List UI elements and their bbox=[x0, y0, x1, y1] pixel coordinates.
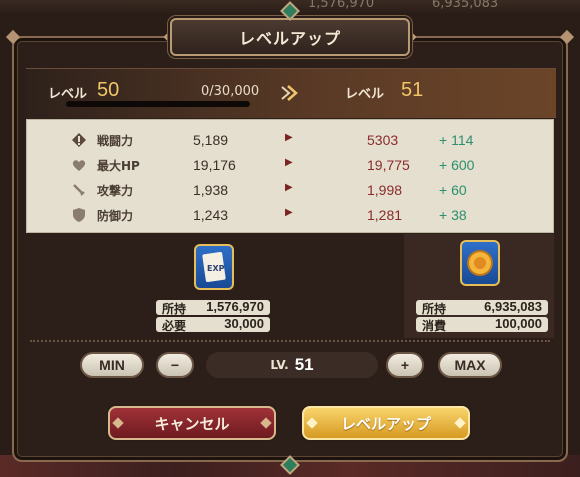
stat-diff: + 114 bbox=[439, 132, 474, 148]
exp-required-label: 必要 bbox=[162, 319, 187, 333]
min-button[interactable]: MIN bbox=[80, 352, 144, 378]
exp-item-section: EXP 所持 1,576,970 必要 30,000 bbox=[26, 234, 404, 338]
shield-icon bbox=[71, 207, 87, 223]
stat-row: 戦闘力 5,189 ▶ 5303 + 114 bbox=[27, 127, 555, 152]
stat-arrow-icon: ▶ bbox=[285, 207, 293, 218]
stat-name: 攻撃力 bbox=[97, 184, 134, 198]
next-level-value: 51 bbox=[401, 79, 424, 101]
stat-diff: + 60 bbox=[439, 182, 467, 198]
gold-section: 所持 6,935,083 消費 100,000 bbox=[404, 234, 554, 338]
gold-owned-value: 6,935,083 bbox=[484, 299, 542, 314]
arrow-right-icon bbox=[281, 85, 298, 101]
gold-owned-row: 所持 6,935,083 bbox=[416, 299, 548, 316]
current-level-label: レベル bbox=[48, 87, 88, 102]
stat-arrow-icon: ▶ bbox=[285, 157, 293, 168]
target-level-display: LV. 51 bbox=[206, 352, 378, 378]
divider bbox=[30, 340, 550, 342]
stat-diff: + 600 bbox=[439, 157, 475, 173]
level-up-button[interactable]: レベルアップ bbox=[302, 406, 470, 440]
stat-name: 最大HP bbox=[97, 159, 140, 173]
stat-name: 防御力 bbox=[97, 209, 134, 223]
gold-cost-value: 100,000 bbox=[495, 316, 542, 331]
exp-required-row: 必要 30,000 bbox=[156, 316, 270, 333]
sword-icon bbox=[71, 182, 87, 198]
exp-progress-bar bbox=[66, 101, 250, 107]
max-button[interactable]: MAX bbox=[438, 352, 502, 378]
exp-required-value: 30,000 bbox=[224, 316, 264, 331]
exp-card-icon: EXP bbox=[194, 244, 234, 290]
gold-cost-row: 消費 100,000 bbox=[416, 316, 548, 333]
exp-progress-text: 0/30,000 bbox=[201, 84, 260, 99]
cancel-button[interactable]: キャンセル bbox=[108, 406, 276, 440]
stat-current: 1,243 bbox=[193, 207, 229, 223]
stat-current: 19,176 bbox=[193, 157, 236, 173]
target-level-prefix: LV. bbox=[270, 358, 289, 372]
background-exp-value: 1,576,970 bbox=[308, 0, 375, 11]
stat-current: 1,938 bbox=[193, 182, 229, 198]
svg-text:EXP: EXP bbox=[207, 264, 225, 273]
stat-new: 5303 bbox=[367, 132, 399, 148]
stat-new: 19,775 bbox=[367, 157, 410, 173]
stat-new: 1,281 bbox=[367, 207, 403, 223]
current-level-value: 50 bbox=[97, 79, 120, 101]
stats-table: 戦闘力 5,189 ▶ 5303 + 114 最大HP 19,176 ▶ 19,… bbox=[26, 119, 554, 233]
stat-diff: + 38 bbox=[439, 207, 467, 223]
stat-arrow-icon: ▶ bbox=[285, 182, 293, 193]
gold-coin-icon bbox=[460, 240, 500, 286]
stat-current: 5,189 bbox=[193, 132, 229, 148]
exp-owned-label: 所持 bbox=[162, 302, 187, 316]
background-gold-value: 6,935,083 bbox=[432, 0, 499, 11]
exp-owned-row: 所持 1,576,970 bbox=[156, 299, 270, 316]
exp-owned-value: 1,576,970 bbox=[206, 299, 264, 314]
stat-new: 1,998 bbox=[367, 182, 403, 198]
gold-cost-label: 消費 bbox=[422, 319, 447, 333]
increase-button[interactable]: + bbox=[386, 352, 424, 378]
stat-arrow-icon: ▶ bbox=[285, 132, 293, 143]
stat-row: 攻撃力 1,938 ▶ 1,998 + 60 bbox=[27, 177, 555, 202]
combat-power-icon bbox=[71, 132, 87, 148]
stat-row: 最大HP 19,176 ▶ 19,775 + 600 bbox=[27, 152, 555, 177]
heart-icon bbox=[71, 157, 87, 173]
dialog-title: レベルアップ bbox=[170, 18, 410, 56]
target-level-value: 51 bbox=[294, 355, 314, 374]
stat-name: 戦闘力 bbox=[97, 134, 134, 148]
gold-owned-label: 所持 bbox=[422, 302, 447, 316]
next-level-label: レベル bbox=[345, 87, 385, 102]
stat-row: 防御力 1,243 ▶ 1,281 + 38 bbox=[27, 202, 555, 227]
decrease-button[interactable]: − bbox=[156, 352, 194, 378]
